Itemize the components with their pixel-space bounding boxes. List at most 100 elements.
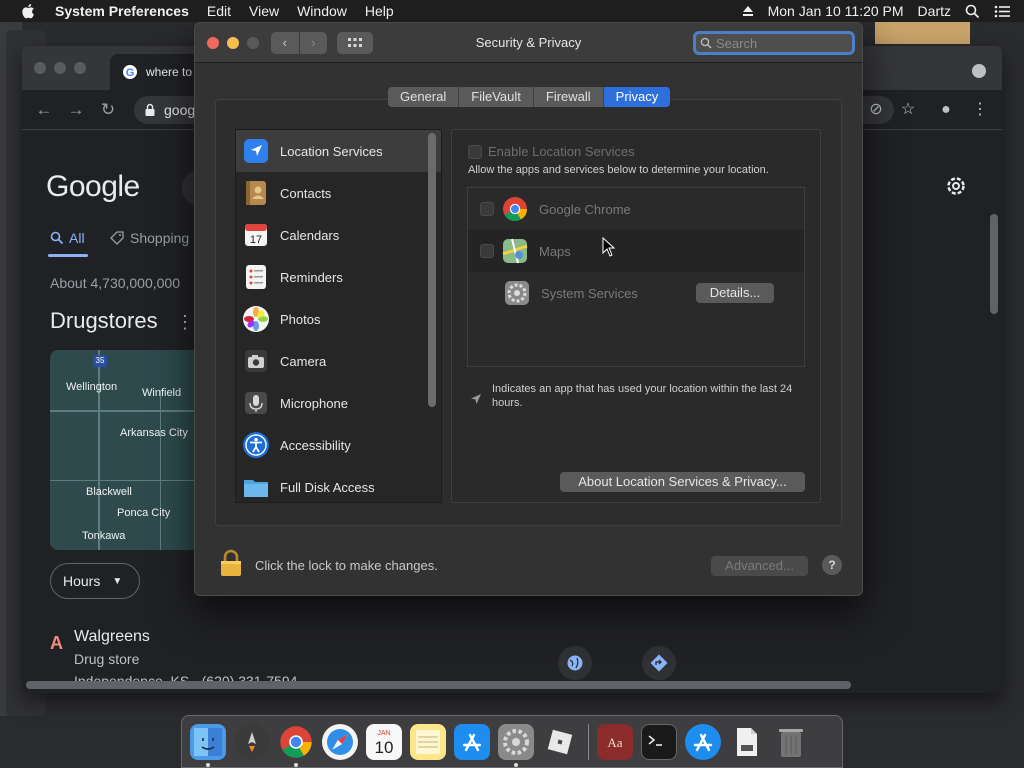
google-tab-all[interactable]: All — [50, 230, 85, 246]
forward-arrow-icon[interactable]: → — [64, 98, 88, 122]
dock-calendar-icon[interactable]: JAN 10 — [366, 723, 402, 760]
category-label: Location Services — [280, 143, 383, 159]
dock: JAN 10 Aa — [181, 715, 843, 768]
back-chevron-icon[interactable]: ‹ — [271, 32, 299, 54]
minimize-window-button[interactable] — [227, 37, 239, 49]
place-type: Drug store — [74, 651, 140, 667]
horizontal-scrollbar[interactable] — [26, 681, 851, 689]
dock-launchpad-icon[interactable] — [234, 723, 270, 760]
show-all-grid-icon[interactable] — [337, 32, 373, 54]
menu-help[interactable]: Help — [365, 3, 394, 19]
gear-icon[interactable] — [944, 174, 968, 198]
search-field[interactable] — [693, 31, 855, 55]
map-thumbnail[interactable]: 35 Wellington Winfield Arkansas City Bla… — [50, 350, 195, 550]
search-icon — [50, 231, 64, 245]
dock-dictionary-label: Aa — [607, 735, 622, 750]
category-microphone[interactable]: Microphone — [236, 382, 441, 424]
menu-view[interactable]: View — [249, 3, 279, 19]
app-checkbox[interactable] — [480, 202, 494, 216]
pane-tab-bar: General FileVault Firewall Privacy — [388, 87, 671, 107]
enable-location-services-row[interactable]: Enable Location Services — [468, 144, 635, 159]
control-center-list-icon[interactable] — [994, 5, 1010, 18]
dock-finder-icon[interactable] — [190, 723, 226, 767]
website-globe-icon[interactable] — [558, 646, 592, 680]
section-more-icon[interactable]: ⋮ — [176, 312, 194, 333]
google-tab-all-label: All — [69, 230, 85, 246]
menubar-user[interactable]: Dartz — [918, 3, 951, 19]
about-location-services-button[interactable]: About Location Services & Privacy... — [560, 472, 805, 492]
privacy-category-list[interactable]: Location Services Contacts 17 Calendars … — [235, 129, 442, 503]
tab-general[interactable]: General — [388, 87, 458, 107]
zoom-window-button[interactable] — [247, 37, 259, 49]
category-full-disk-access[interactable]: Full Disk Access — [236, 466, 441, 502]
app-row-system-services[interactable]: System Services Details... — [468, 272, 804, 314]
google-tab-shopping[interactable]: Shopping — [110, 230, 189, 246]
dock-document-icon[interactable] — [729, 724, 765, 760]
back-arrow-icon[interactable]: ← — [32, 98, 56, 122]
enable-location-services-checkbox[interactable] — [468, 144, 482, 159]
dock-app-store-downloads-icon[interactable] — [685, 723, 721, 760]
category-accessibility[interactable]: Accessibility — [236, 424, 441, 466]
app-row-google-chrome[interactable]: Google Chrome — [468, 188, 804, 230]
blocked-extension-icon[interactable]: ⊘ — [864, 98, 888, 122]
dock-safari-icon[interactable] — [322, 723, 358, 760]
dock-terminal-icon[interactable] — [641, 723, 677, 760]
lock-icon[interactable] — [219, 549, 243, 577]
dock-dictionary-icon[interactable]: Aa — [597, 723, 633, 760]
google-logo[interactable]: Google — [46, 170, 140, 204]
hours-filter-chip[interactable]: Hours ▼ — [50, 563, 140, 599]
forward-chevron-icon[interactable]: › — [298, 32, 328, 54]
close-window-button[interactable] — [207, 37, 219, 49]
tab-privacy[interactable]: Privacy — [602, 87, 671, 107]
advanced-button[interactable]: Advanced... — [711, 556, 808, 576]
search-input[interactable] — [716, 35, 846, 51]
browser-close-button[interactable] — [34, 62, 46, 74]
dock-chrome-icon[interactable] — [278, 724, 314, 767]
back-forward-control: ‹ › — [271, 32, 327, 54]
category-location-services[interactable]: Location Services — [236, 130, 441, 172]
category-camera[interactable]: Camera — [236, 340, 441, 382]
eject-icon[interactable] — [742, 5, 754, 17]
tab-filevault[interactable]: FileVault — [458, 87, 533, 107]
calendar-icon: 17 — [245, 224, 267, 246]
dock-system-preferences-icon[interactable] — [498, 723, 534, 767]
help-button[interactable]: ? — [822, 555, 842, 575]
browser-minimize-button[interactable] — [54, 62, 66, 74]
dock-app-store-icon[interactable] — [454, 723, 490, 760]
apple-menu-icon[interactable] — [20, 2, 38, 20]
dock-trash-icon[interactable] — [773, 724, 809, 760]
reload-icon[interactable]: ↻ — [96, 98, 120, 122]
dock-notes-icon[interactable] — [410, 723, 446, 760]
vertical-scrollbar[interactable] — [990, 214, 998, 314]
details-button[interactable]: Details... — [696, 283, 774, 303]
lock-icon — [145, 103, 155, 116]
category-calendars[interactable]: 17 Calendars — [236, 214, 441, 256]
place-name[interactable]: Walgreens — [74, 628, 150, 646]
app-checkbox[interactable] — [480, 244, 494, 258]
menubar-clock[interactable]: Mon Jan 10 11:20 PM — [768, 3, 904, 19]
app-menu-system-preferences[interactable]: System Preferences — [55, 3, 189, 19]
category-label: Camera — [280, 353, 327, 369]
location-arrow-indicator-icon — [471, 394, 481, 404]
category-reminders[interactable]: Reminders — [236, 256, 441, 298]
spotlight-search-icon[interactable] — [965, 4, 980, 19]
category-photos[interactable]: Photos — [236, 298, 441, 340]
tab-search-icon[interactable] — [972, 64, 986, 78]
tab-firewall[interactable]: Firewall — [532, 87, 603, 107]
directions-icon[interactable] — [642, 646, 676, 680]
folder-icon — [244, 480, 268, 497]
menu-edit[interactable]: Edit — [207, 3, 231, 19]
running-indicator — [514, 762, 518, 767]
reminders-list-icon — [246, 265, 266, 289]
app-row-maps[interactable]: Maps — [468, 230, 804, 272]
mouse-pointer-icon — [602, 237, 616, 257]
category-contacts[interactable]: Contacts — [236, 172, 441, 214]
profile-avatar-icon[interactable]: ● — [934, 98, 958, 122]
results-count: About 4,730,000,000 — [50, 275, 181, 291]
browser-zoom-button[interactable] — [74, 62, 86, 74]
category-list-scrollbar[interactable] — [428, 133, 436, 407]
browser-menu-kebab-icon[interactable]: ⋮ — [968, 98, 992, 122]
dock-roblox-icon[interactable] — [542, 724, 578, 760]
menu-window[interactable]: Window — [297, 3, 347, 19]
bookmark-star-icon[interactable]: ☆ — [896, 98, 920, 122]
